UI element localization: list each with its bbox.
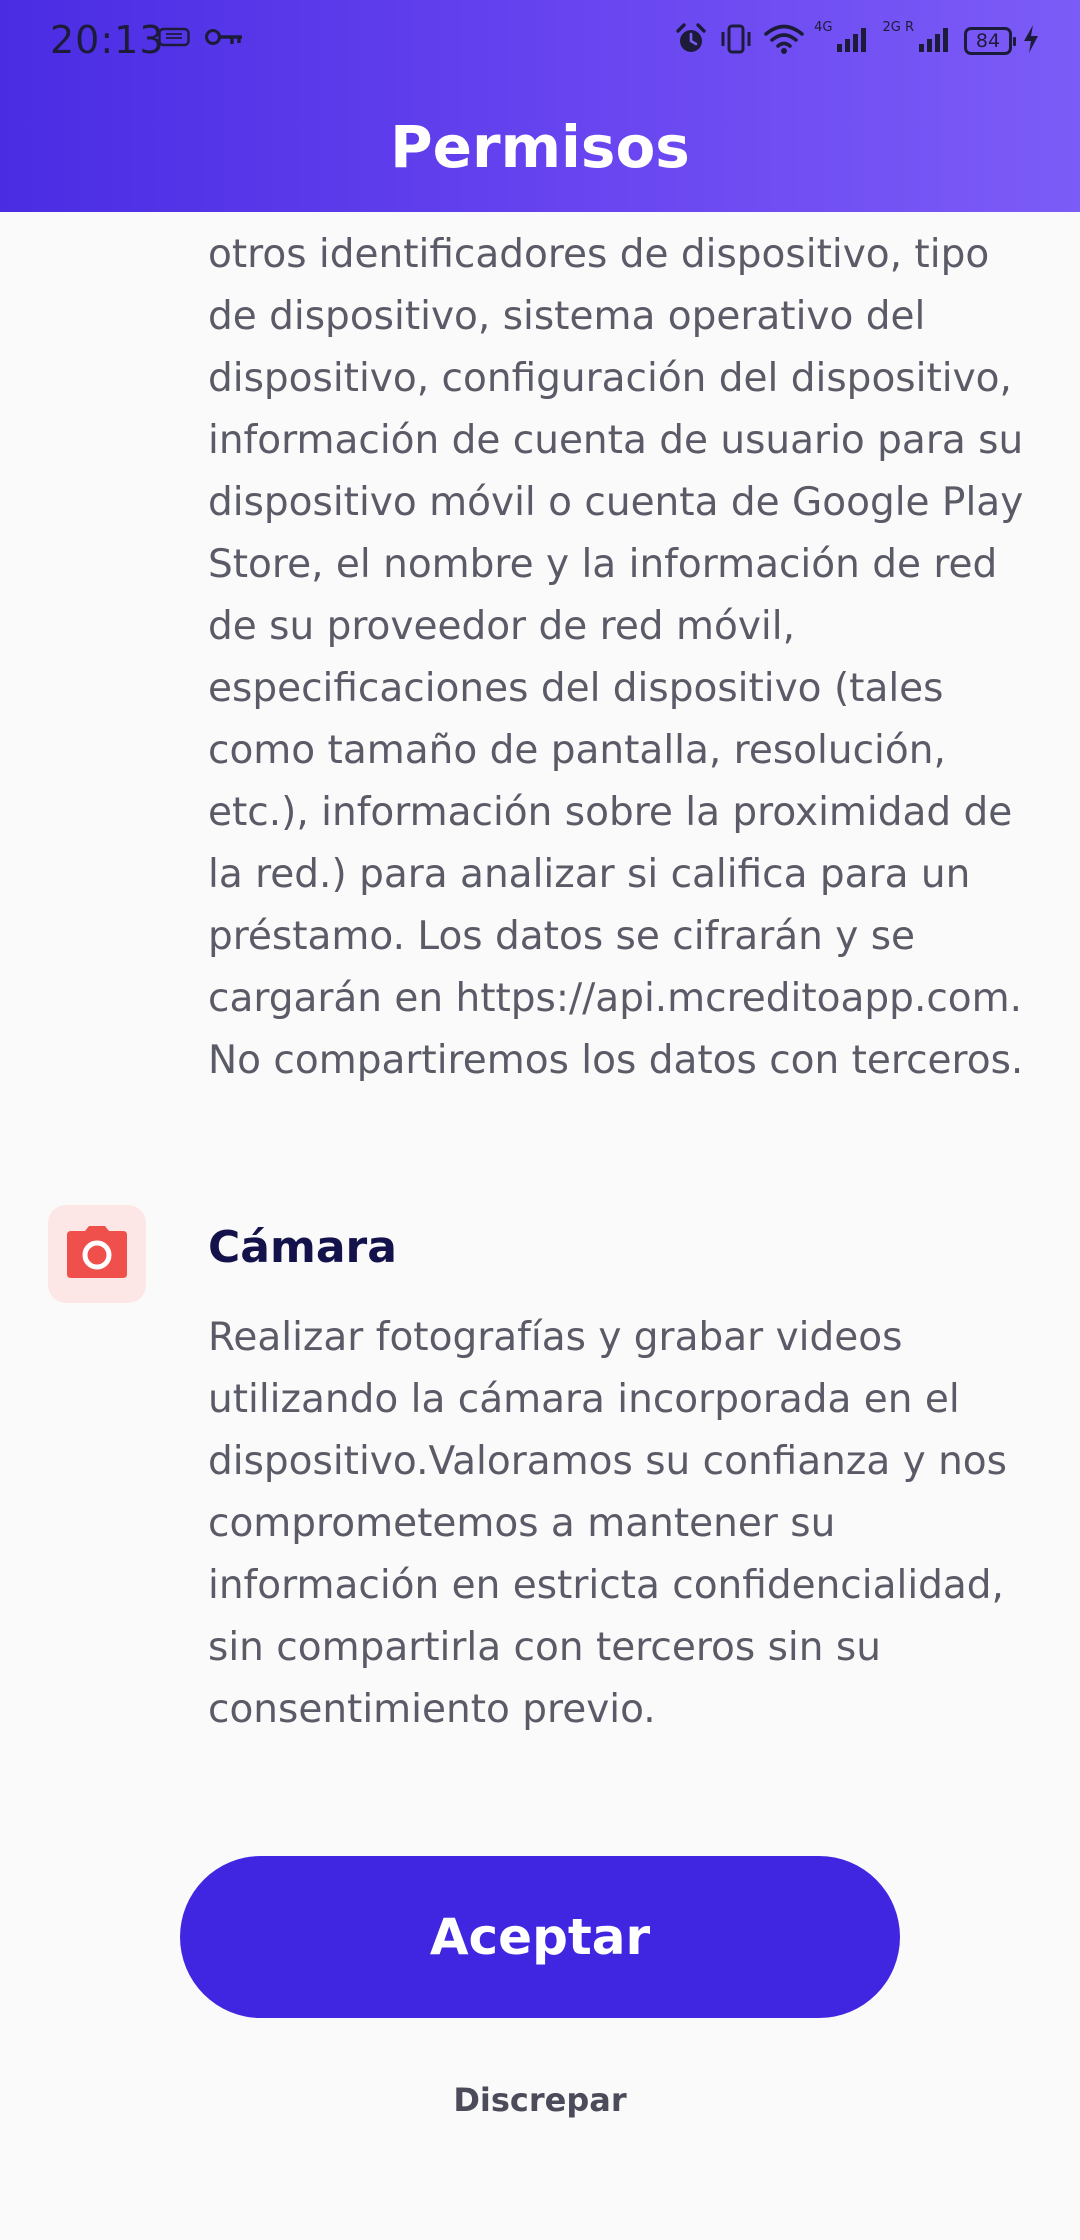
device-info-text: otros identificadores de dispositivo, ti…	[208, 232, 1024, 1083]
accept-button[interactable]: Aceptar	[180, 1856, 900, 2018]
signal-icon-2	[918, 24, 954, 58]
page-title: Permisos	[390, 113, 690, 181]
wifi-icon	[764, 23, 804, 59]
status-left-icons	[158, 26, 246, 52]
camera-permission-description: Realizar fotografías y grabar videos uti…	[208, 1315, 1007, 1732]
signal-icon	[836, 24, 872, 58]
status-right-icons: 4G 2G R 84	[674, 20, 1040, 60]
vibrate-icon	[718, 23, 754, 59]
camera-icon	[65, 1225, 129, 1283]
camera-icon-box	[48, 1205, 146, 1303]
battery-icon: 84	[964, 27, 1016, 55]
signal-1-label: 4G	[814, 20, 833, 35]
key-icon	[204, 26, 246, 52]
status-bar: 20:13 4G 2G R 84	[0, 0, 1080, 80]
hd-icon	[158, 27, 190, 51]
charging-icon	[1022, 24, 1040, 58]
decline-link[interactable]: Discrepar	[0, 2076, 1080, 2124]
app-header: 20:13 4G 2G R 84 Permisos	[0, 0, 1080, 212]
status-time: 20:13	[50, 18, 165, 62]
alarm-icon	[674, 22, 708, 60]
camera-permission-title: Cámara	[208, 1222, 397, 1273]
signal-2-label: 2G R	[882, 20, 914, 35]
